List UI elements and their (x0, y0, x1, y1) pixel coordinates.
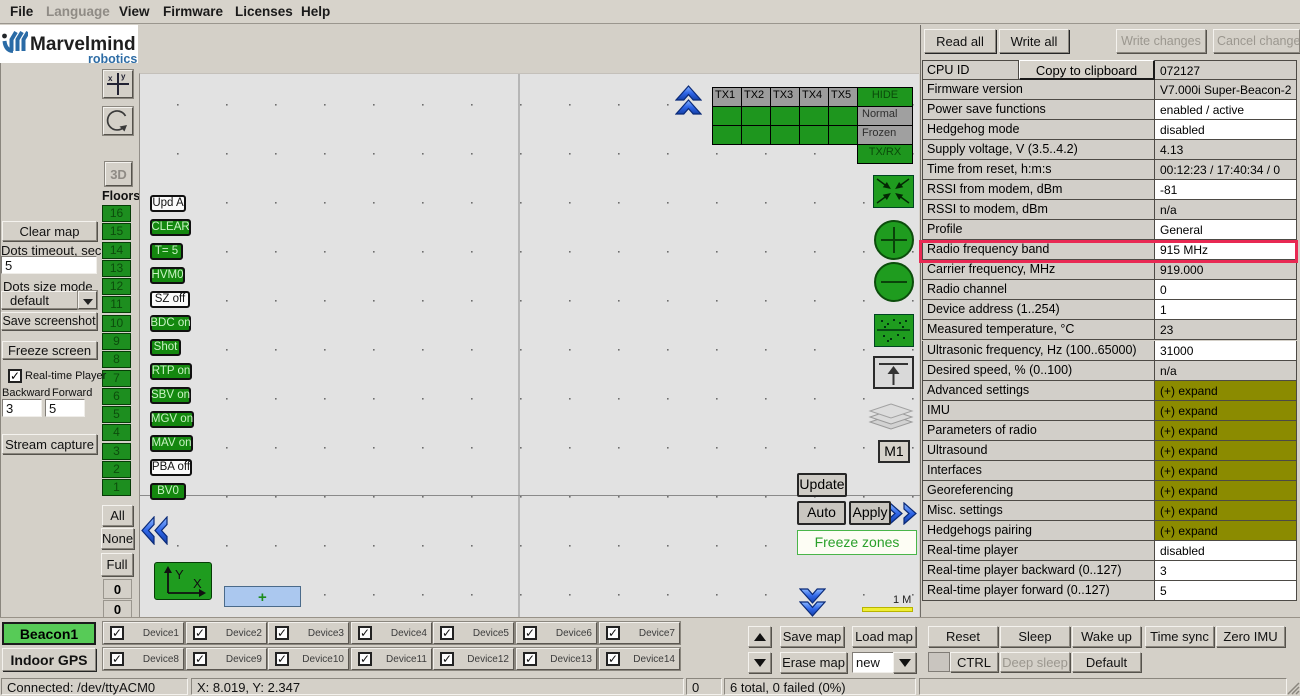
svg-text:X: X (193, 576, 202, 591)
svg-text:x: x (108, 74, 113, 83)
svg-text:Y: Y (175, 567, 184, 582)
svg-text:y: y (121, 72, 126, 81)
